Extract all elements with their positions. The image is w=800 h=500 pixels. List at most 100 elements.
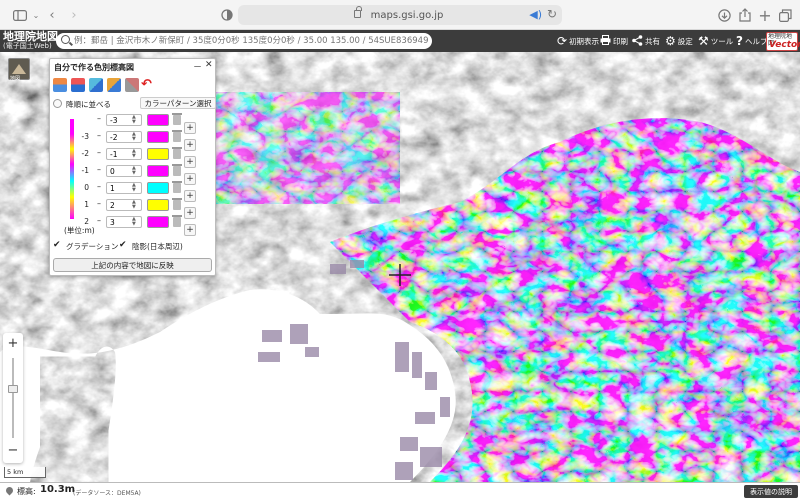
- gear-icon: ⚙: [665, 34, 676, 48]
- color-swatch[interactable]: [147, 131, 169, 143]
- sidebar-icon[interactable]: [12, 7, 28, 23]
- privacy-icon[interactable]: [219, 7, 235, 23]
- layer-thumbnail[interactable]: 地図: [8, 58, 30, 82]
- elevation-value-input[interactable]: [106, 216, 142, 228]
- zoom-out-button[interactable]: −: [3, 444, 23, 459]
- minimize-button[interactable]: －: [193, 60, 202, 73]
- browser-toolbar: ⌄ ‹ › maps.gsi.go.jp ◀) ↻ +: [0, 0, 800, 30]
- add-row-button[interactable]: +: [184, 207, 196, 219]
- elevation-row: 0 – ▲▼: [53, 181, 203, 196]
- zoom-slider-handle[interactable]: [8, 385, 18, 393]
- forward-icon[interactable]: ›: [66, 7, 82, 23]
- row-dash: –: [97, 165, 101, 174]
- elevation-row: -1 – ▲▼: [53, 164, 203, 179]
- stepper-icon[interactable]: ▲ ▼: [132, 166, 136, 176]
- row-dash: –: [97, 216, 101, 225]
- row-dash: –: [97, 131, 101, 140]
- elevation-value-input[interactable]: [106, 148, 142, 160]
- color-swatch[interactable]: [147, 148, 169, 160]
- audio-icon[interactable]: ◀): [529, 8, 542, 21]
- add-row-button[interactable]: +: [184, 122, 196, 134]
- color-swatch[interactable]: [147, 165, 169, 177]
- add-row-button[interactable]: +: [184, 224, 196, 236]
- stepper-icon[interactable]: ▲ ▼: [132, 115, 136, 125]
- search-box[interactable]: [56, 33, 432, 49]
- hillshade-label: 陰影(日本周辺): [132, 242, 183, 251]
- elevation-value-input[interactable]: [106, 199, 142, 211]
- zoom-in-button[interactable]: +: [3, 337, 23, 351]
- app-title[interactable]: 地理院地図: [3, 31, 58, 42]
- terrain-alt-icon[interactable]: [107, 78, 121, 92]
- add-row-button[interactable]: +: [184, 190, 196, 202]
- row-dash: –: [97, 114, 101, 123]
- trash-icon[interactable]: [172, 164, 182, 176]
- help-button[interactable]: ? ヘルプ: [736, 34, 767, 48]
- plus-icon[interactable]: +: [757, 6, 773, 25]
- mountain-icon: [12, 64, 26, 74]
- color-swatch[interactable]: [147, 199, 169, 211]
- scale-bar: 5 km: [4, 467, 46, 478]
- tools-icon: ⚒: [698, 34, 709, 48]
- tabs-icon[interactable]: [777, 7, 793, 23]
- trash-icon[interactable]: [172, 215, 182, 227]
- stepper-icon[interactable]: ▲ ▼: [132, 217, 136, 227]
- elevation-value-input[interactable]: [106, 182, 142, 194]
- chevron-down-icon[interactable]: ⌄: [28, 7, 44, 23]
- stepper-icon[interactable]: ▲ ▼: [132, 132, 136, 142]
- panel-toolbar: ↶: [53, 77, 213, 95]
- color-pattern-button[interactable]: カラーパターン選択: [140, 97, 216, 109]
- color-swatch[interactable]: [147, 182, 169, 194]
- print-button[interactable]: 印刷: [600, 34, 628, 48]
- value-explanation-button[interactable]: 表示値の説明: [744, 485, 798, 498]
- elevation-row: -3 – ▲▼: [53, 130, 203, 145]
- trash-icon[interactable]: [172, 181, 182, 193]
- print-label: 印刷: [613, 36, 628, 46]
- stepper-icon[interactable]: ▲ ▼: [132, 149, 136, 159]
- search-input[interactable]: [74, 34, 428, 48]
- apply-to-map-button[interactable]: 上記の内容で地図に反映: [53, 258, 212, 272]
- undo-icon[interactable]: ↶: [141, 78, 155, 92]
- gradation-label: グラデーション: [66, 242, 119, 251]
- url-field[interactable]: maps.gsi.go.jp ◀) ↻: [238, 5, 562, 25]
- stepper-icon[interactable]: ▲ ▼: [132, 183, 136, 193]
- share-icon[interactable]: [737, 7, 753, 23]
- elevation-value-input[interactable]: [106, 114, 142, 126]
- back-icon[interactable]: ‹: [44, 7, 60, 23]
- export-icon[interactable]: [53, 78, 67, 92]
- help-icon: ?: [736, 34, 743, 48]
- share-nodes-icon: [632, 34, 643, 48]
- row-label: -2: [81, 149, 89, 158]
- elevation-value-input[interactable]: [106, 131, 142, 143]
- close-button[interactable]: ✕: [205, 60, 213, 70]
- add-row-button[interactable]: +: [184, 156, 196, 168]
- trash-icon[interactable]: [172, 147, 182, 159]
- search-icon[interactable]: [61, 35, 70, 44]
- sort-radio[interactable]: [53, 99, 62, 108]
- row-label: 0: [84, 183, 89, 192]
- color-swatch[interactable]: [147, 216, 169, 228]
- settings-icon[interactable]: [125, 78, 139, 92]
- color-elevation-panel[interactable]: 自分で作る色別標高図 － ✕ ↶ 降順に並べる カラーパターン選択 – ▲▼ -…: [49, 58, 216, 276]
- zoom-slider-track[interactable]: [12, 358, 14, 438]
- add-row-button[interactable]: +: [184, 139, 196, 151]
- sort-row: 降順に並べる カラーパターン選択: [53, 97, 216, 111]
- add-row-button[interactable]: +: [184, 173, 196, 185]
- download-icon[interactable]: [716, 7, 732, 23]
- trash-icon[interactable]: [172, 113, 182, 125]
- unit-label: (単位:m): [64, 226, 95, 235]
- share-label: 共有: [645, 36, 660, 46]
- vector-badge[interactable]: 地理院地図 Vector: [766, 32, 800, 51]
- trash-icon[interactable]: [172, 198, 182, 210]
- terrain-icon[interactable]: [89, 78, 103, 92]
- share-button[interactable]: 共有: [632, 34, 660, 48]
- color-swatch[interactable]: [147, 114, 169, 126]
- tools-button[interactable]: ⚒ ツール: [698, 34, 733, 48]
- import-icon[interactable]: [71, 78, 85, 92]
- trash-icon[interactable]: [172, 130, 182, 142]
- reload-icon[interactable]: ↻: [547, 7, 557, 21]
- settings-button[interactable]: ⚙ 設定: [665, 34, 693, 48]
- stepper-icon[interactable]: ▲ ▼: [132, 200, 136, 210]
- elevation-value-input[interactable]: [106, 165, 142, 177]
- url-text: maps.gsi.go.jp: [370, 9, 444, 21]
- initial-view-button[interactable]: ⟳ 初期表示: [557, 34, 599, 48]
